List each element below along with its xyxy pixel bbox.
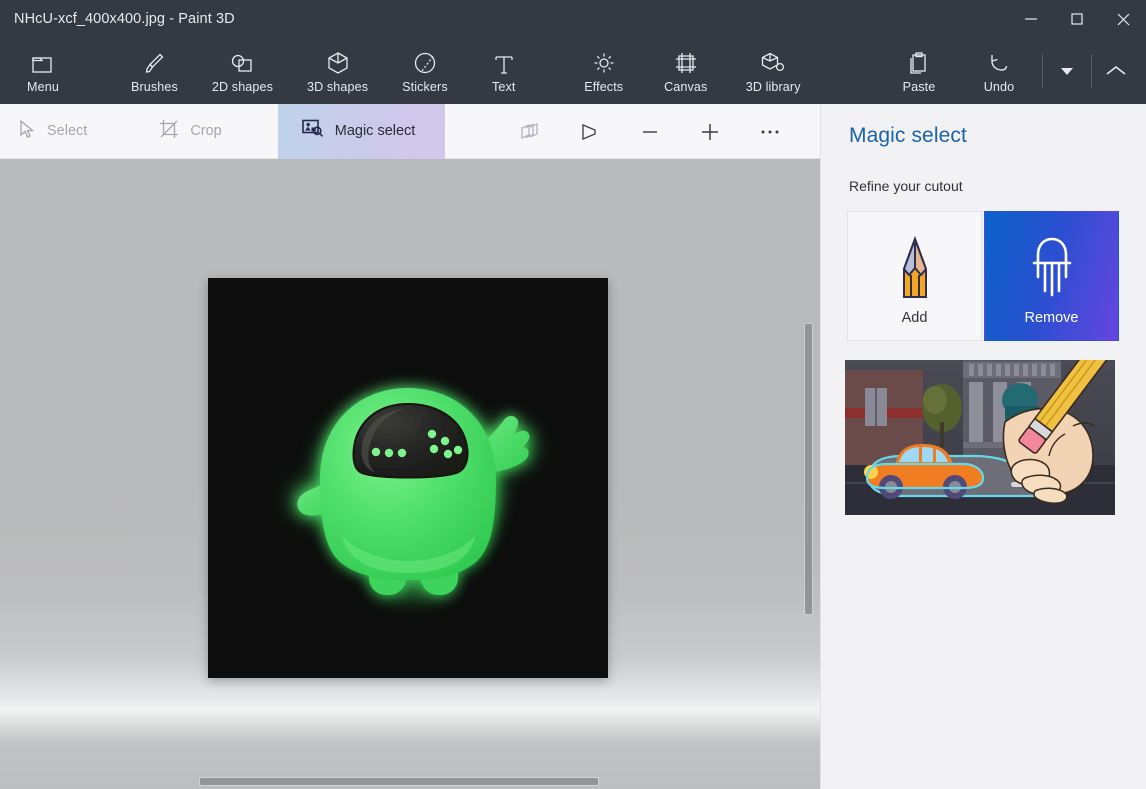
ribbon-item-3d-shapes[interactable]: 3D shapes xyxy=(300,40,375,102)
ribbon-label: Stickers xyxy=(402,79,448,94)
ribbon-item-2d-shapes[interactable]: 2D shapes xyxy=(205,40,280,102)
mode-label: Remove xyxy=(1024,310,1079,326)
horizontal-scrollbar[interactable] xyxy=(0,775,802,789)
more-options-icon[interactable] xyxy=(755,117,785,147)
ribbon-item-menu[interactable]: Menu xyxy=(14,40,72,102)
ribbon-label: Menu xyxy=(27,79,59,94)
tool-crop[interactable]: Crop xyxy=(143,104,239,159)
close-button[interactable] xyxy=(1100,0,1146,38)
maximize-button[interactable] xyxy=(1054,0,1100,38)
magic-select-icon xyxy=(301,119,324,143)
window-controls xyxy=(1008,0,1146,38)
ribbon-label: Text xyxy=(491,79,516,94)
ribbon-label: Canvas xyxy=(664,79,708,94)
ribbon-item-text[interactable]: Text xyxy=(475,40,533,102)
undo-arrow-icon xyxy=(987,49,1011,75)
hand-erasing-car-illustration xyxy=(845,360,1115,515)
tool-select[interactable]: Select xyxy=(0,104,105,159)
ribbon-label: Paste xyxy=(902,79,936,94)
ribbon-label: Brushes xyxy=(131,79,178,94)
eraser-icon xyxy=(1026,232,1078,308)
tool-magic-select[interactable]: Magic select xyxy=(277,103,446,159)
canvas-workspace[interactable] xyxy=(0,159,820,789)
ribbon-label: Undo xyxy=(983,79,1015,94)
remove-mode-button[interactable]: Remove xyxy=(984,211,1119,341)
add-mode-button[interactable]: Add xyxy=(847,211,982,341)
tool-toolbar: Select Crop Magic select xyxy=(0,103,820,159)
ribbon-collapse-button[interactable] xyxy=(1098,40,1134,102)
ribbon-item-paste[interactable]: Paste xyxy=(890,40,948,102)
ribbon-item-canvas[interactable]: Canvas xyxy=(657,40,715,102)
ribbon-divider xyxy=(1042,54,1043,88)
sun-effects-icon xyxy=(592,49,616,75)
minimize-button[interactable] xyxy=(1008,0,1054,38)
horizontal-scrollbar-thumb[interactable] xyxy=(200,778,598,785)
3d-library-icon xyxy=(760,49,786,75)
vertical-scrollbar[interactable] xyxy=(802,159,814,789)
zoom-out-icon[interactable] xyxy=(635,117,665,147)
paint3d-window: NHcU-xcf_400x400.jpg - Paint 3D Menu Bru… xyxy=(0,0,1146,789)
ribbon-label: 2D shapes xyxy=(211,79,274,94)
ribbon-item-brushes[interactable]: Brushes xyxy=(124,40,185,102)
tool-label: Magic select xyxy=(334,123,416,139)
pencil-icon xyxy=(895,232,935,308)
crop-icon xyxy=(159,119,179,143)
ribbon-item-effects[interactable]: Effects xyxy=(575,40,633,102)
panel-title: Magic select xyxy=(849,124,967,147)
cube-icon xyxy=(327,49,349,75)
ribbon-label: Effects xyxy=(584,79,624,94)
paintbrush-icon xyxy=(142,49,166,75)
folder-icon xyxy=(31,49,55,75)
cursor-arrow-icon xyxy=(18,119,36,143)
mode-label: Add xyxy=(901,310,928,326)
mode-buttons: Add Remove xyxy=(847,211,1119,341)
3d-view-icon[interactable] xyxy=(515,117,545,147)
canvas-frame-icon xyxy=(674,49,698,75)
vertical-scrollbar-thumb[interactable] xyxy=(805,324,812,614)
sticker-icon xyxy=(413,49,437,75)
ribbon-label: 3D shapes xyxy=(307,79,369,94)
ribbon-item-stickers[interactable]: Stickers xyxy=(395,40,455,102)
toolbar-right-icons xyxy=(515,104,785,159)
2d-shapes-icon xyxy=(229,49,255,75)
text-icon xyxy=(493,49,515,75)
ribbon-divider-2 xyxy=(1091,54,1092,88)
green-robot-character xyxy=(208,278,608,678)
zoom-in-icon[interactable] xyxy=(695,117,725,147)
ribbon-toolbar: Menu Brushes 2D shapes 3D shapes Sticker… xyxy=(0,38,1146,104)
panel-subtitle: Refine your cutout xyxy=(849,178,963,194)
window-title: NHcU-xcf_400x400.jpg - Paint 3D xyxy=(14,11,235,27)
clipboard-icon xyxy=(908,49,930,75)
ribbon-item-3d-library[interactable]: 3D library xyxy=(739,40,808,102)
title-bar: NHcU-xcf_400x400.jpg - Paint 3D xyxy=(0,0,1146,38)
image-canvas[interactable] xyxy=(208,278,608,678)
perspective-view-icon[interactable] xyxy=(575,117,605,147)
ribbon-label: 3D library xyxy=(745,79,801,94)
ribbon-item-undo[interactable]: Undo xyxy=(970,40,1028,102)
tool-label: Select xyxy=(47,123,88,139)
tool-label: Crop xyxy=(190,123,222,139)
ribbon-overflow-caret[interactable] xyxy=(1049,40,1085,102)
